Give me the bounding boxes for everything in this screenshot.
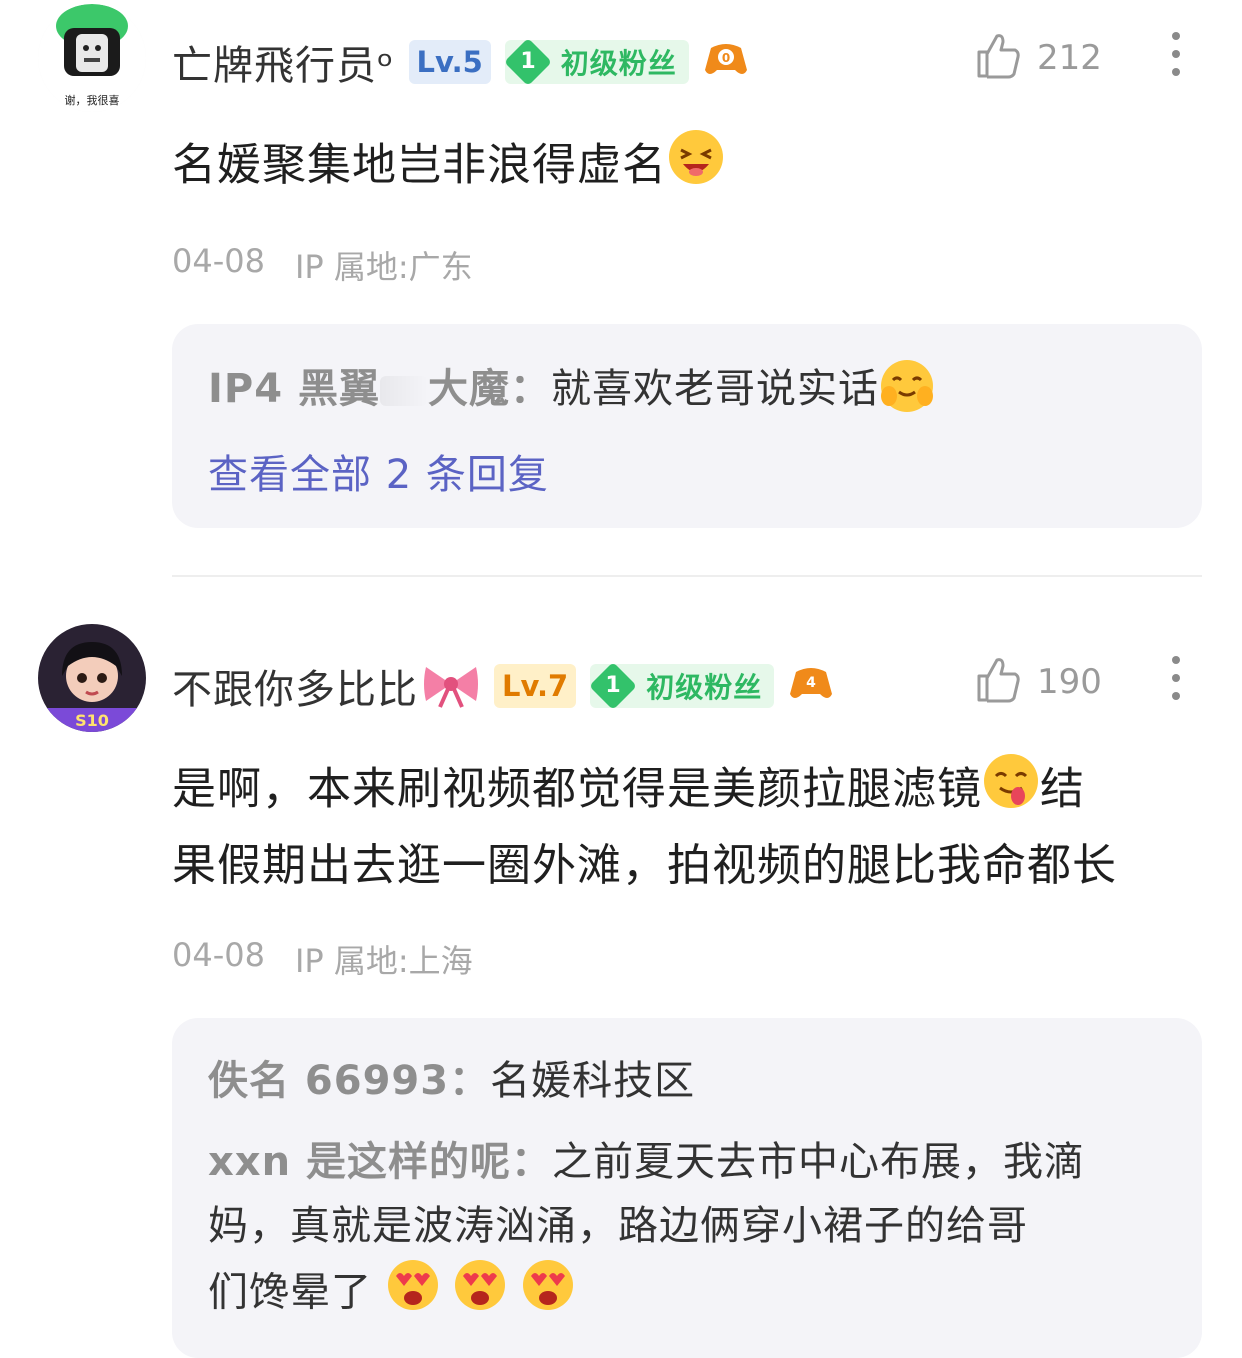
comment-meta: 04-08 IP 属地:上海: [172, 936, 473, 982]
level-badge: Lv.5: [408, 40, 491, 84]
reply-item[interactable]: xxn 是这样的呢：之前夏天去市中心布展，我滴 妈，真就是波涛汹涌，路边俩穿小裙…: [208, 1130, 1085, 1331]
like-count: 212: [1037, 38, 1102, 78]
reply-text: 就喜欢老哥说实话: [550, 366, 879, 412]
comment-text: 是啊，本来刷视频都觉得是美颜拉腿滤镜结 果假期出去逛一圈外滩，拍视频的腿比我命都…: [172, 752, 1202, 901]
reply-text: 们馋晕了: [208, 1269, 372, 1316]
game-controller-icon: 0: [703, 40, 749, 84]
avatar[interactable]: 谢，我很喜: [38, 4, 146, 112]
ip-location: IP 属地:上海: [294, 942, 473, 980]
reply-text: 名媛科技区: [490, 1058, 696, 1104]
like-count: 190: [1037, 662, 1102, 702]
grin-emoji: [667, 128, 725, 207]
username[interactable]: 不跟你多比比: [172, 657, 418, 715]
reply-box: 佚名 66993：名媛科技区 xxn 是这样的呢：之前夏天去市中心布展，我滴 妈…: [172, 1018, 1202, 1358]
heart-eyes-emoji: [453, 1258, 507, 1331]
ip-location: IP 属地:广东: [294, 248, 473, 286]
comment-date: 04-08: [172, 936, 265, 974]
heart-eyes-emoji: [386, 1258, 440, 1331]
fan-badge-label: 初级粉丝: [646, 671, 763, 704]
avatar-caption: 谢，我很喜: [65, 93, 120, 107]
like-button[interactable]: 212: [975, 28, 1102, 88]
view-all-replies-link[interactable]: 查看全部 2 条回复: [208, 442, 549, 500]
comment-header: 亡牌飛行员ᵒ Lv.5 1 初级粉丝 0: [172, 32, 749, 92]
like-button[interactable]: 190: [975, 652, 1102, 712]
more-vertical-icon[interactable]: [1166, 648, 1186, 708]
game-controller-icon: 4: [788, 664, 834, 708]
reply-item[interactable]: IP4 黑翼 大魔：就喜欢老哥说实话: [208, 356, 935, 424]
comment-item: 谢，我很喜 亡牌飛行员ᵒ Lv.5 1 初级粉丝 0 212 名媛聚集地岂非浪得…: [0, 0, 1242, 575]
thumbs-up-icon: [975, 32, 1021, 84]
fan-level-icon: 1: [589, 661, 638, 711]
svg-text:0: 0: [722, 51, 730, 65]
comment-date: 04-08: [172, 242, 265, 280]
comment-item: S10 不跟你多比比 Lv.7 1 初级粉丝 4 190 是啊，本来刷视频都觉得…: [0, 600, 1242, 1358]
fan-badge[interactable]: 1 初级粉丝: [589, 661, 775, 711]
more-vertical-icon[interactable]: [1166, 24, 1186, 84]
fan-badge[interactable]: 1 初级粉丝: [503, 37, 689, 87]
reply-text: 妈，真就是波涛汹涌，路边俩穿小裙子的给哥: [208, 1203, 1028, 1249]
bow-emoji: [422, 659, 480, 713]
comment-divider: [172, 575, 1202, 577]
level-badge: Lv.7: [494, 664, 577, 708]
reply-box: IP4 黑翼 大魔：就喜欢老哥说实话 查看全部 2 条回复: [172, 324, 1202, 528]
avatar[interactable]: S10: [38, 624, 146, 732]
reply-item[interactable]: 佚名 66993：名媛科技区: [208, 1048, 695, 1106]
avatar-caption: S10: [75, 711, 109, 730]
comment-meta: 04-08 IP 属地:广东: [172, 242, 473, 288]
reply-author: IP4 黑翼: [208, 366, 380, 412]
reply-author: 佚名 66993: [208, 1058, 450, 1104]
fan-badge-label: 初级粉丝: [560, 47, 677, 80]
yum-emoji: [982, 752, 1040, 831]
blush-emoji: [879, 358, 935, 424]
username[interactable]: 亡牌飛行员ᵒ: [172, 33, 395, 91]
svg-text:4: 4: [806, 675, 816, 691]
reply-author-suffix: 大魔: [427, 366, 510, 412]
thumbs-up-icon: [975, 656, 1021, 708]
blurred-name-segment: [379, 376, 428, 406]
comment-header: 不跟你多比比 Lv.7 1 初级粉丝 4: [172, 656, 834, 716]
reply-text: 之前夏天去市中心布展，我滴: [552, 1139, 1086, 1185]
reply-author: xxn 是这样的呢: [208, 1139, 512, 1185]
fan-level-icon: 1: [503, 37, 552, 87]
comment-text: 名媛聚集地岂非浪得虚名: [172, 128, 1202, 207]
heart-eyes-emoji: [521, 1258, 575, 1331]
